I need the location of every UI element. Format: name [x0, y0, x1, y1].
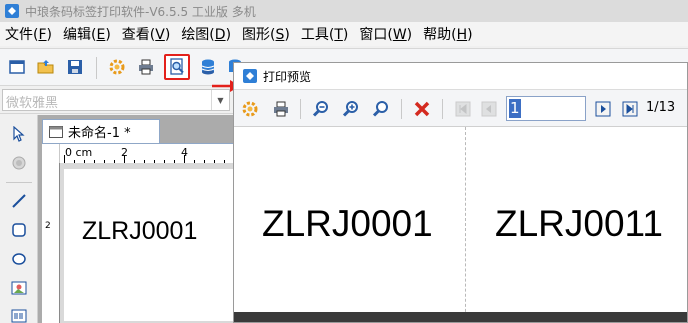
preview-label-2: ZLRJ0011 — [495, 203, 663, 244]
menu-view[interactable]: 查看(V) — [117, 24, 177, 44]
toolbar-divider — [96, 57, 97, 79]
window-titlebar: 中琅条码标签打印软件-V6.5.5 工业版 多机 — [0, 0, 688, 22]
preview-toolbar: 1 1/13 — [234, 89, 687, 127]
ruler-row: 0 cm 2 4 — [42, 143, 238, 164]
preview-settings-icon[interactable] — [239, 98, 261, 120]
menu-edit[interactable]: 编辑(E) — [58, 24, 117, 44]
preview-toolbar-divider — [442, 99, 443, 119]
horizontal-ruler: 0 cm 2 4 — [60, 144, 238, 164]
barcode-tool-icon[interactable] — [8, 305, 30, 323]
preview-bottom-bar — [234, 312, 687, 322]
ruler-label-2: 2 — [121, 146, 128, 159]
preview-page-area: ZLRJ0001 ZLRJ0011 — [234, 127, 687, 322]
zoom-out-icon[interactable] — [310, 98, 332, 120]
label-column-divider — [465, 127, 466, 322]
preview-app-icon — [243, 69, 257, 83]
rotate-tool-icon[interactable] — [8, 152, 30, 174]
previous-page-icon[interactable] — [478, 98, 500, 120]
open-folder-icon[interactable] — [35, 56, 57, 78]
menu-window[interactable]: 窗口(W) — [354, 24, 418, 44]
image-tool-icon[interactable] — [8, 277, 30, 299]
menu-file[interactable]: 文件(F) — [0, 24, 58, 44]
next-page-icon[interactable] — [592, 98, 614, 120]
menu-help[interactable]: 帮助(H) — [418, 24, 478, 44]
new-document-icon[interactable] — [6, 56, 28, 78]
window-title: 中琅条码标签打印软件-V6.5.5 工业版 多机 — [25, 4, 256, 19]
menu-bar: 文件(F) 编辑(E) 查看(V) 绘图(D) 图形(S) 工具(T) 窗口(W… — [0, 22, 688, 46]
ruler-label-4: 4 — [181, 146, 188, 159]
database-icon[interactable] — [197, 56, 219, 78]
print-icon[interactable] — [135, 56, 157, 78]
print-preview-dialog: 打印预览 1 1/13 ZLRJ0001 ZLRJ0011 — [233, 62, 688, 323]
document-tab[interactable]: 未命名-1 * — [42, 119, 160, 143]
settings-gear-icon[interactable] — [106, 56, 128, 78]
label-text-object[interactable]: ZLRJ0001 — [82, 217, 197, 246]
page-total-label: 1/13 — [646, 100, 676, 115]
chevron-down-icon[interactable]: ▼ — [211, 90, 229, 110]
zoom-actual-icon[interactable] — [370, 98, 392, 120]
menu-tools[interactable]: 工具(T) — [296, 24, 355, 44]
font-family-value: 微软雅黑 — [6, 96, 59, 111]
vertical-ruler: 2 — [42, 163, 60, 323]
document-workspace: 未命名-1 * 0 cm 2 4 2 ZLRJ0001 — [38, 115, 238, 323]
tool-divider — [6, 182, 32, 183]
preview-print-icon[interactable] — [270, 98, 292, 120]
first-page-icon[interactable] — [452, 98, 474, 120]
preview-title: 打印预览 — [263, 69, 312, 84]
document-tab-label: 未命名-1 * — [68, 126, 131, 141]
app-logo-icon — [5, 4, 19, 18]
preview-label-1: ZLRJ0001 — [262, 203, 433, 244]
menu-shape[interactable]: 图形(S) — [237, 24, 296, 44]
preview-titlebar: 打印预览 — [234, 63, 687, 89]
font-toolbar: 微软雅黑 ▼ — [0, 86, 236, 114]
close-preview-icon[interactable] — [411, 98, 433, 120]
print-preview-button[interactable] — [164, 54, 190, 80]
design-canvas[interactable]: ZLRJ0001 — [60, 163, 238, 323]
ellipse-tool-icon[interactable] — [8, 248, 30, 270]
font-family-select[interactable]: 微软雅黑 ▼ — [2, 89, 230, 111]
ruler-corner — [42, 144, 60, 164]
page-number-value: 1 — [509, 99, 521, 118]
rectangle-tool-icon[interactable] — [8, 219, 30, 241]
zoom-in-icon[interactable] — [340, 98, 362, 120]
document-window-icon — [49, 125, 63, 138]
preview-toolbar-divider — [401, 99, 402, 119]
drawing-tools-panel — [0, 115, 38, 323]
select-pointer-icon[interactable] — [8, 123, 30, 145]
vruler-label-2: 2 — [45, 221, 51, 231]
line-tool-icon[interactable] — [8, 190, 30, 212]
menu-draw[interactable]: 绘图(D) — [176, 24, 237, 44]
save-icon[interactable] — [64, 56, 86, 78]
preview-toolbar-divider — [300, 99, 301, 119]
ruler-label-origin: 0 cm — [65, 146, 93, 159]
page-number-input[interactable]: 1 — [506, 96, 586, 121]
last-page-icon[interactable] — [619, 98, 641, 120]
